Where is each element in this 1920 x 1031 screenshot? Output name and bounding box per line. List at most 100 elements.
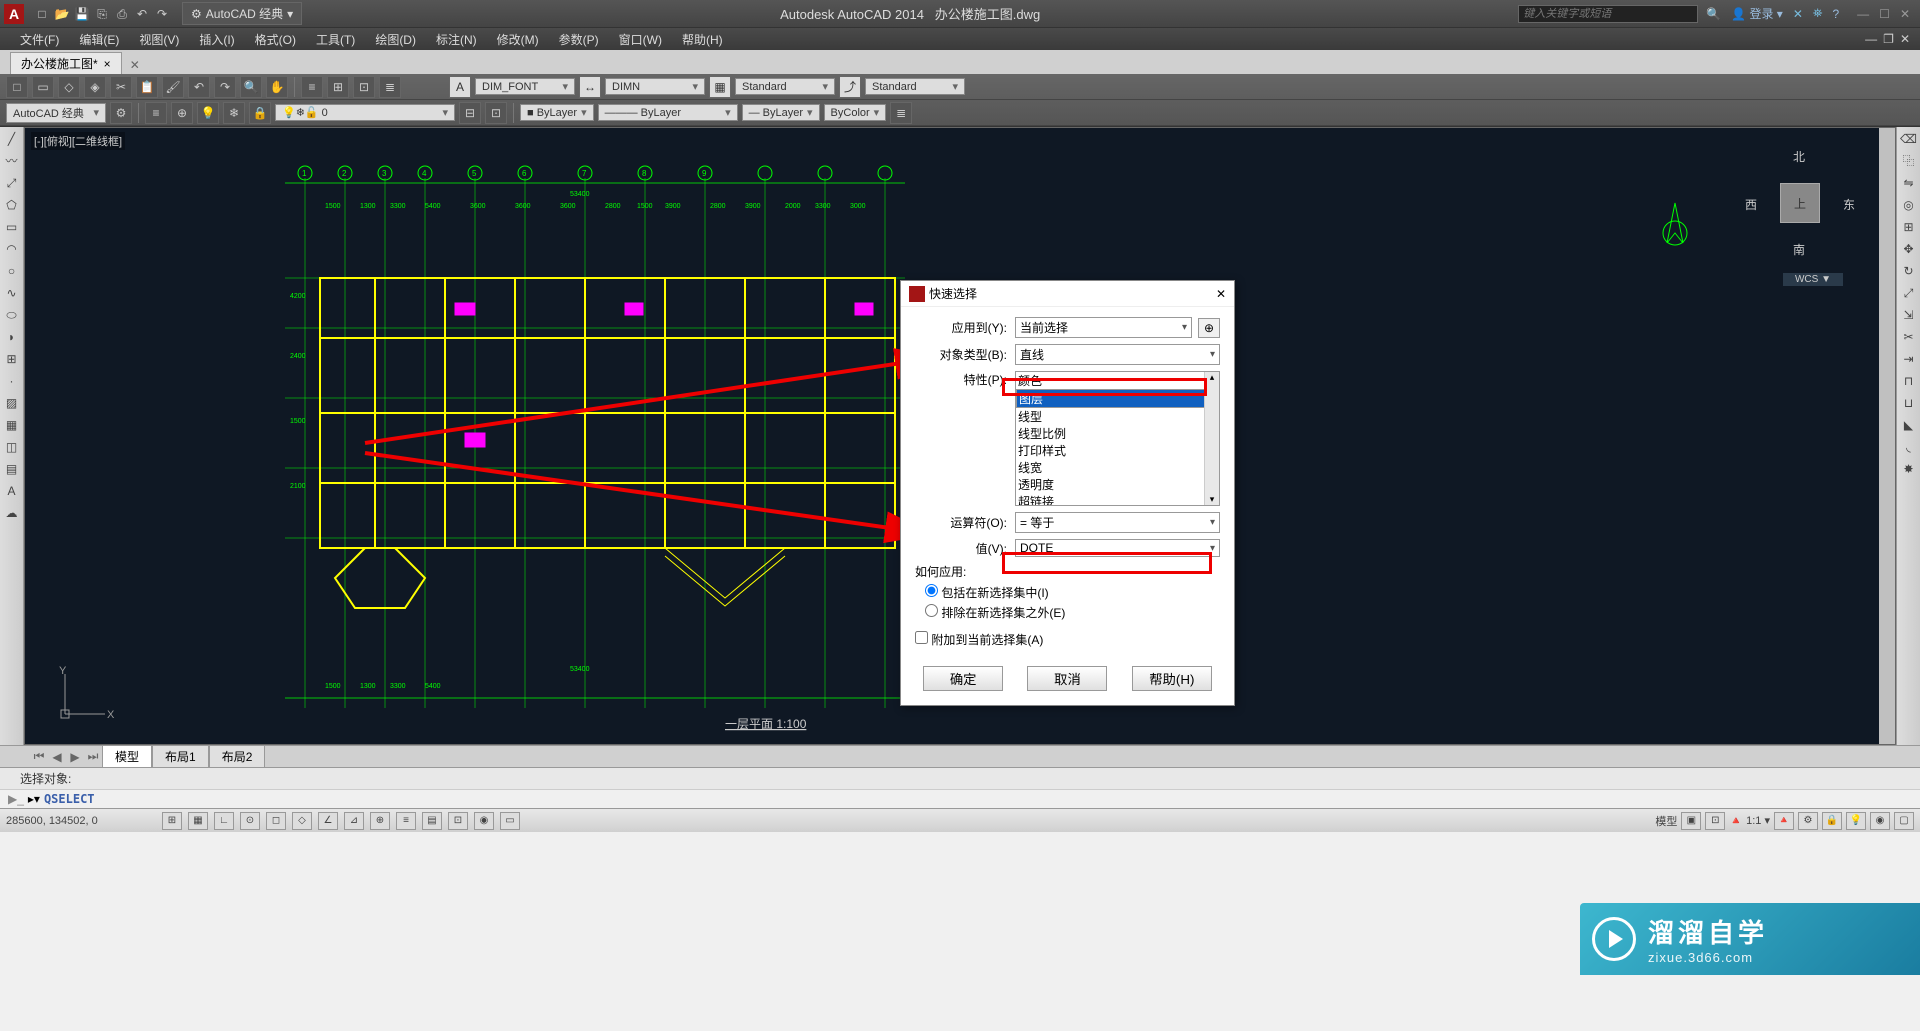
doc-close-button[interactable]: ✕ — [1900, 32, 1910, 46]
tool-btn[interactable]: 🔍 — [240, 76, 262, 98]
tab-nav-prev[interactable]: ◀ — [48, 750, 66, 764]
menu-draw[interactable]: 绘图(D) — [375, 31, 416, 48]
menu-help[interactable]: 帮助(H) — [682, 31, 723, 48]
layer-dropdown[interactable]: 💡❄🔓 0▾ — [275, 104, 455, 121]
workspace-dropdown[interactable]: ⚙ AutoCAD 经典 ▾ — [182, 2, 302, 25]
layer-btn[interactable]: ❄ — [223, 102, 245, 124]
arc-tool[interactable]: ◠ — [2, 239, 21, 259]
minimize-button[interactable]: — — [1857, 7, 1869, 21]
apply-to-dropdown[interactable]: 当前选择▾ — [1015, 317, 1192, 338]
tab-nav-first[interactable]: ⏮ — [30, 749, 48, 764]
xline-tool[interactable]: ⤢ — [2, 173, 21, 193]
rect-tool[interactable]: ▭ — [2, 217, 21, 237]
radio-exclude[interactable]: 排除在新选择集之外(E) — [925, 604, 1220, 621]
tablestyle-icon[interactable]: ▦ — [709, 76, 731, 98]
tab-nav-last[interactable]: ⏭ — [84, 749, 102, 764]
close-tab-icon[interactable]: × — [104, 57, 111, 71]
modelspace-button[interactable]: 模型 — [1655, 813, 1677, 829]
open-icon[interactable]: 📂 — [54, 6, 70, 22]
hardware-accel-button[interactable]: 💡 — [1846, 812, 1866, 830]
dialog-close-button[interactable]: ✕ — [1216, 287, 1226, 301]
list-item[interactable]: 线型 — [1016, 408, 1219, 425]
list-item[interactable]: 透明度 — [1016, 476, 1219, 493]
offset-tool[interactable]: ◎ — [1899, 195, 1918, 215]
spline-tool[interactable]: ∿ — [2, 283, 21, 303]
fillet-tool[interactable]: ◟ — [1899, 437, 1918, 457]
polar-toggle[interactable]: ⊙ — [240, 812, 260, 830]
linetype-dropdown[interactable]: ——— ByLayer▾ — [598, 104, 738, 121]
tool-btn[interactable]: ↷ — [214, 76, 236, 98]
tool-btn[interactable]: ≣ — [379, 76, 401, 98]
lineweight-dropdown[interactable]: — ByLayer▾ — [742, 104, 820, 121]
trim-tool[interactable]: ✂ — [1899, 327, 1918, 347]
list-item[interactable]: 颜色 — [1016, 372, 1219, 389]
tpy-toggle[interactable]: ▤ — [422, 812, 442, 830]
operator-dropdown[interactable]: = 等于▾ — [1015, 512, 1220, 533]
am-toggle[interactable]: ▭ — [500, 812, 520, 830]
help-button[interactable]: 帮助(H) — [1132, 666, 1212, 691]
help-icon[interactable]: ? — [1832, 7, 1839, 21]
cancel-button[interactable]: 取消 — [1027, 666, 1107, 691]
polyline-tool[interactable]: 〰 — [2, 151, 21, 171]
exchange-icon[interactable]: ✕ — [1793, 7, 1803, 21]
cleanscreen-button[interactable]: ▢ — [1894, 812, 1914, 830]
search-icon[interactable]: 🔍 — [1706, 7, 1721, 21]
otrack-toggle[interactable]: ∠ — [318, 812, 338, 830]
ducs-toggle[interactable]: ⊿ — [344, 812, 364, 830]
menu-edit[interactable]: 编辑(E) — [79, 31, 119, 48]
a360-icon[interactable]: ⛯ — [1813, 6, 1823, 21]
list-item-selected[interactable]: 图层 — [1016, 389, 1219, 408]
properties-listbox[interactable]: 颜色 图层 线型 线型比例 打印样式 线宽 透明度 超链接 厚度 材质 起点 X… — [1015, 371, 1220, 506]
tool-btn[interactable]: □ — [6, 76, 28, 98]
tool-btn[interactable]: ◇ — [58, 76, 80, 98]
lwt-toggle[interactable]: ≡ — [396, 812, 416, 830]
list-item[interactable]: 超链接 — [1016, 493, 1219, 506]
join-tool[interactable]: ⊔ — [1899, 393, 1918, 413]
ortho-toggle[interactable]: ∟ — [214, 812, 234, 830]
copy-tool[interactable]: ⿻ — [1899, 151, 1918, 171]
block-tool[interactable]: ⊞ — [2, 349, 21, 369]
undo-icon[interactable]: ↶ — [134, 6, 150, 22]
layer-btn[interactable]: ⊟ — [459, 102, 481, 124]
status-btn[interactable]: ⊡ — [1705, 812, 1725, 830]
dialog-titlebar[interactable]: 快速选择 ✕ — [901, 281, 1234, 307]
workspace-dropdown-2[interactable]: AutoCAD 经典▾ — [6, 103, 106, 123]
list-item[interactable]: 线宽 — [1016, 459, 1219, 476]
mirror-tool[interactable]: ⇋ — [1899, 173, 1918, 193]
file-tab-active[interactable]: 办公楼施工图* × — [10, 52, 122, 74]
doc-restore-button[interactable]: ❐ — [1883, 32, 1894, 46]
3dosnap-toggle[interactable]: ◇ — [292, 812, 312, 830]
array-tool[interactable]: ⊞ — [1899, 217, 1918, 237]
mleaderstyle-dropdown[interactable]: Standard▾ — [865, 78, 965, 95]
extend-tool[interactable]: ⇥ — [1899, 349, 1918, 369]
tab-model[interactable]: 模型 — [102, 745, 152, 768]
layer-btn[interactable]: ⊕ — [171, 102, 193, 124]
isolate-button[interactable]: ◉ — [1870, 812, 1890, 830]
stretch-tool[interactable]: ⇲ — [1899, 305, 1918, 325]
tool-btn[interactable]: ⊞ — [327, 76, 349, 98]
print-icon[interactable]: ⎙ — [114, 6, 130, 22]
lock-ui-button[interactable]: 🔒 — [1822, 812, 1842, 830]
layer-btn[interactable]: ⊡ — [485, 102, 507, 124]
viewcube-top[interactable]: 上 — [1780, 183, 1820, 223]
scale-tool[interactable]: ⤢ — [1899, 283, 1918, 303]
tab-layout2[interactable]: 布局2 — [209, 745, 266, 768]
menu-tools[interactable]: 工具(T) — [316, 31, 355, 48]
annoscale-button[interactable]: 🔺 1:1 ▾ — [1729, 814, 1770, 827]
doc-minimize-button[interactable]: — — [1865, 32, 1877, 46]
objtype-dropdown[interactable]: 直线▾ — [1015, 344, 1220, 365]
checkbox-append[interactable]: 附加到当前选择集(A) — [915, 633, 1043, 647]
table-tool[interactable]: ▤ — [2, 459, 21, 479]
menu-file[interactable]: 文件(F) — [20, 31, 59, 48]
tool-btn[interactable]: ◈ — [84, 76, 106, 98]
tool-btn[interactable]: 📋 — [136, 76, 158, 98]
layer-btn[interactable]: 🔒 — [249, 102, 271, 124]
list-scrollbar[interactable]: ▴▾ — [1204, 372, 1219, 505]
tool-btn[interactable]: ≡ — [301, 76, 323, 98]
radio-include[interactable]: 包括在新选择集中(I) — [925, 584, 1220, 601]
dyn-toggle[interactable]: ⊕ — [370, 812, 390, 830]
wcs-label[interactable]: WCS ▼ — [1783, 273, 1843, 286]
menu-insert[interactable]: 插入(I) — [199, 31, 234, 48]
command-line[interactable]: ▶_ ▸▾ QSELECT — [0, 789, 1920, 808]
value-dropdown[interactable]: DOTE▾ — [1015, 539, 1220, 557]
